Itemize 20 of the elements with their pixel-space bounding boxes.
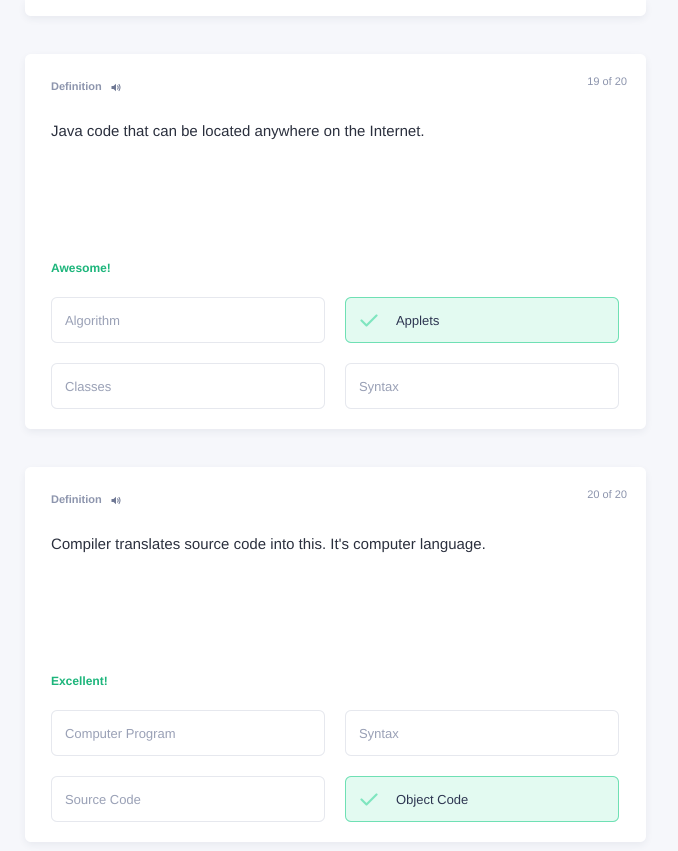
feedback-text: Excellent! bbox=[51, 673, 109, 689]
answer-option[interactable]: Classes bbox=[51, 363, 325, 409]
question-counter: 19 of 20 bbox=[587, 75, 627, 89]
feedback-text: Awesome! bbox=[51, 260, 112, 276]
answer-option[interactable]: Computer Program bbox=[51, 710, 325, 756]
answer-option[interactable]: Source Code bbox=[51, 776, 325, 822]
speaker-icon[interactable] bbox=[110, 496, 121, 504]
answer-option[interactable]: Object Code bbox=[345, 776, 619, 822]
term-type-label: Definition bbox=[51, 493, 102, 507]
definition-text: Java code that can be located anywhere on the Internet. bbox=[51, 122, 426, 142]
definition-text: Compiler translates source code into this. It's computer language. bbox=[51, 535, 487, 555]
checkmark-icon bbox=[360, 792, 378, 806]
checkmark-icon bbox=[360, 314, 378, 326]
speaker-icon[interactable] bbox=[110, 82, 121, 92]
answer-option[interactable]: Syntax bbox=[345, 363, 619, 409]
question-counter: 20 of 20 bbox=[587, 488, 627, 502]
term-type-label: Definition bbox=[51, 80, 102, 94]
answer-option[interactable]: Algorithm bbox=[51, 297, 325, 343]
answer-option[interactable]: Applets bbox=[345, 297, 619, 343]
answer-option[interactable]: Syntax bbox=[345, 710, 619, 756]
